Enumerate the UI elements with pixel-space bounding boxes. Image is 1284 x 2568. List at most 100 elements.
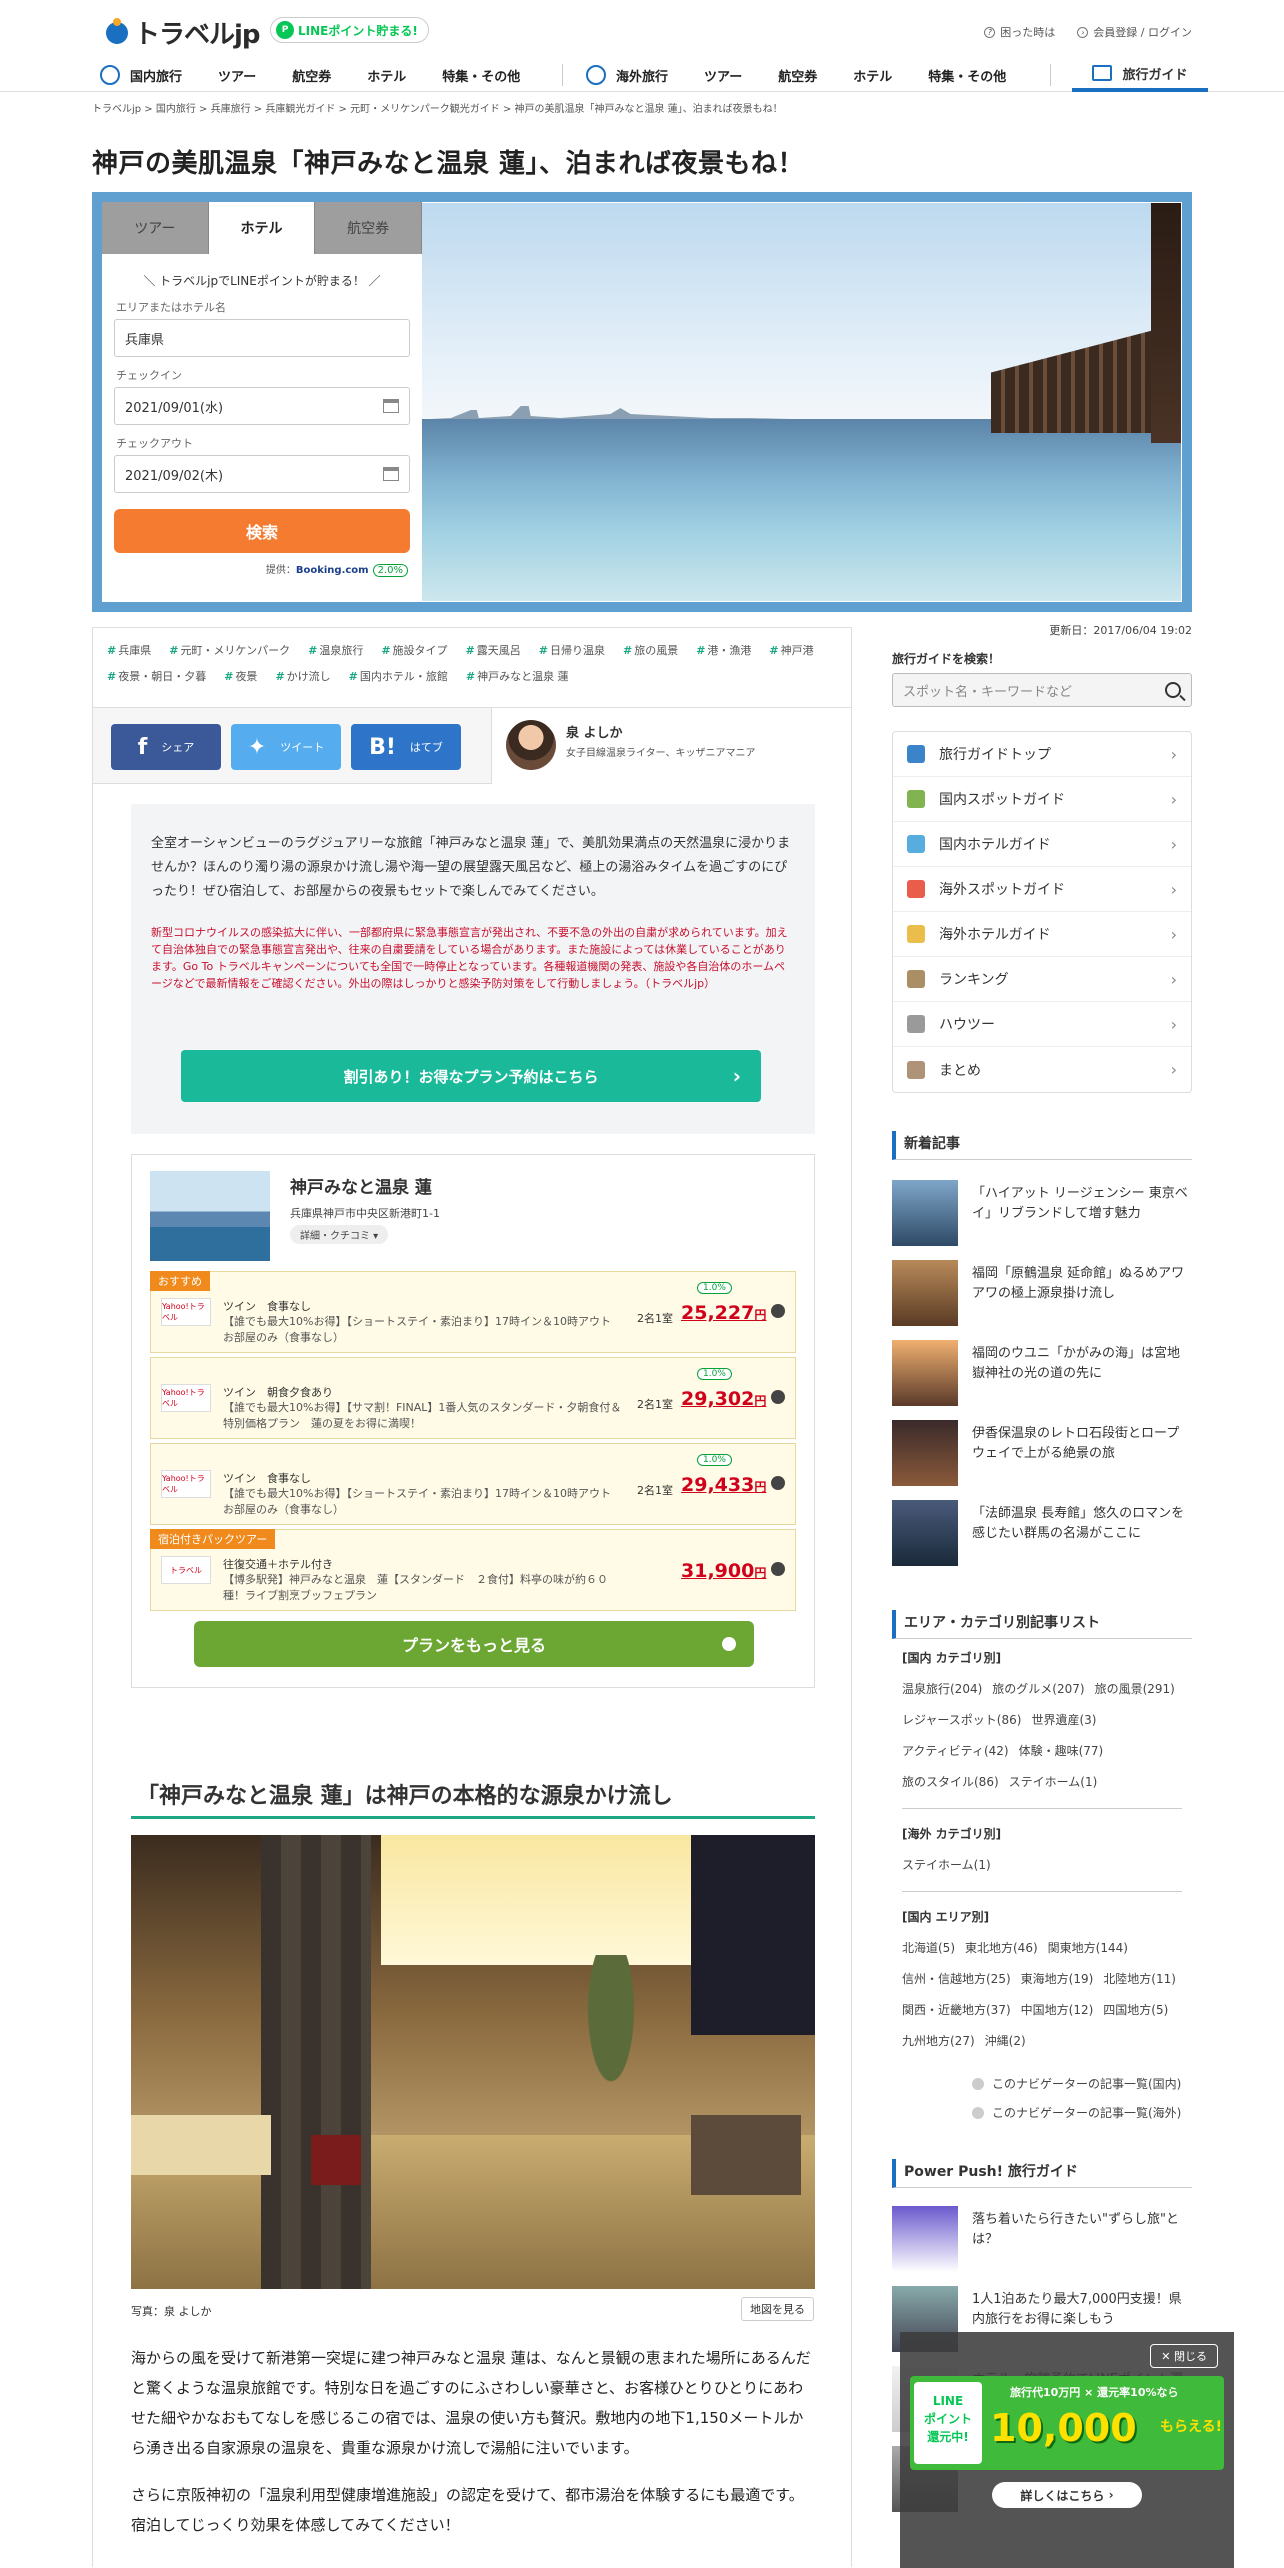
category-link[interactable]: 九州地方(27)	[902, 2034, 975, 2048]
tag-link[interactable]: 旅の風景	[623, 644, 678, 657]
guide-menu-item[interactable]: 海外ホテルガイド	[893, 912, 1191, 957]
tag-link[interactable]: 温泉旅行	[308, 644, 363, 657]
plan-row[interactable]: Yahoo!トラベル ツイン 食事なし 【誰でも最大10%お得】【ショートステイ・素…	[150, 1443, 796, 1525]
tab-hotel[interactable]: ホテル	[208, 202, 316, 254]
hotel-thumbnail[interactable]	[150, 1171, 270, 1261]
category-link[interactable]: 四国地方(5)	[1103, 2003, 1168, 2017]
facebook-share-button[interactable]: f シェア	[111, 724, 221, 770]
guide-search-input[interactable]: スポット名・キーワードなど	[892, 673, 1192, 707]
category-link[interactable]: ステイホーム(1)	[1009, 1775, 1098, 1789]
line-campaign-banner[interactable]: LINE ポイント 還元中! 旅行代10万円 × 還元率10%なら 10,000…	[910, 2376, 1224, 2470]
hatena-share-button[interactable]: B! はてブ	[351, 724, 461, 770]
nav-item-guide[interactable]: 旅行ガイド	[1072, 58, 1208, 92]
category-link[interactable]: 体験・趣味(77)	[1019, 1744, 1104, 1758]
help-link[interactable]: ? 困った時は	[984, 24, 1055, 40]
tag-link[interactable]: 露天風呂	[466, 644, 521, 657]
category-link[interactable]: 旅のグルメ(207)	[992, 1682, 1084, 1696]
navigator-domestic-link[interactable]: このナビゲーターの記事一覧(国内)	[972, 2075, 1192, 2092]
category-link[interactable]: アクティビティ(42)	[902, 1744, 1009, 1758]
nav-item-overseas-tour[interactable]: ツアー	[704, 66, 742, 85]
checkout-input[interactable]: 2021/09/02(木)	[114, 455, 410, 493]
arrow-right-icon[interactable]	[771, 1476, 785, 1490]
article-item[interactable]: 福岡のウユニ「かがみの海」は宮地嶽神社の光の道の先に	[892, 1340, 1192, 1406]
power-push-item[interactable]: 落ち着いたら行きたい"ずらし旅"とは？	[892, 2206, 1192, 2272]
nav-item-overseas-air[interactable]: 航空券	[778, 66, 817, 85]
map-button[interactable]: 地図を見る	[741, 2297, 814, 2321]
search-icon[interactable]	[1165, 682, 1181, 698]
nav-item-domestic-special[interactable]: 特集・その他	[442, 66, 520, 85]
more-plans-button[interactable]: プランをもっと見る	[194, 1621, 754, 1667]
checkin-input[interactable]: 2021/09/01(水)	[114, 387, 410, 425]
category-link[interactable]: 旅のスタイル(86)	[902, 1775, 999, 1789]
plan-row[interactable]: 宿泊付きパックツアー トラベル 往復交通＋ホテル付き 【博多駅発】神戸みなと温泉 蓮【…	[150, 1529, 796, 1611]
nav-item-overseas[interactable]: 海外旅行	[616, 66, 668, 85]
line-points-badge[interactable]: P LINEポイント貯まる!	[270, 17, 429, 43]
category-link[interactable]: 旅の風景(291)	[1095, 1682, 1175, 1696]
category-link[interactable]: 東北地方(46)	[965, 1941, 1038, 1955]
nav-item-overseas-special[interactable]: 特集・その他	[928, 66, 1006, 85]
plan-price[interactable]: 25,227円	[681, 1302, 766, 1324]
tag-link[interactable]: 港・漁港	[696, 644, 751, 657]
twitter-share-button[interactable]: ✦ ツイート	[231, 724, 341, 770]
nav-item-domestic-hotel[interactable]: ホテル	[367, 66, 406, 85]
tag-link[interactable]: 日帰り温泉	[539, 644, 605, 657]
category-link[interactable]: 世界遺産(3)	[1031, 1713, 1096, 1727]
search-button[interactable]: 検索	[114, 509, 410, 553]
tab-tour[interactable]: ツアー	[102, 202, 209, 254]
tag-link[interactable]: 国内ホテル・旅館	[349, 670, 448, 683]
site-logo[interactable]: トラベルjp	[106, 14, 261, 51]
tag-link[interactable]: 施設タイプ	[381, 644, 447, 657]
plan-row[interactable]: Yahoo!トラベル ツイン 朝食夕食あり 【誰でも最大10%お得】【サマ割！FIN…	[150, 1357, 796, 1439]
category-link[interactable]: 中国地方(12)	[1021, 2003, 1094, 2017]
plan-row[interactable]: おすすめ Yahoo!トラベル ツイン 食事なし 【誰でも最大10%お得】【ショートス…	[150, 1271, 796, 1353]
arrow-right-icon[interactable]	[771, 1304, 785, 1318]
article-item[interactable]: 伊香保温泉のレトロ石段街とロープウェイで上がる絶景の旅	[892, 1420, 1192, 1486]
area-input[interactable]: 兵庫県	[114, 319, 410, 357]
guide-menu-item[interactable]: 国内スポットガイド	[893, 777, 1191, 822]
nav-item-domestic-air[interactable]: 航空券	[292, 66, 331, 85]
guide-menu-item[interactable]: ランキング	[893, 957, 1191, 1002]
article-item[interactable]: 「法師温泉 長寿館」悠久のロマンを感じたい群馬の名湯がここに	[892, 1500, 1192, 1566]
guide-menu-item[interactable]: 国内ホテルガイド	[893, 822, 1191, 867]
hotel-name[interactable]: 神戸みなと温泉 蓮	[290, 1173, 432, 1198]
arrow-right-icon[interactable]	[771, 1390, 785, 1404]
tag-link[interactable]: 夜景・朝日・夕暮	[107, 670, 206, 683]
plan-price[interactable]: 29,302円	[681, 1388, 766, 1410]
category-link[interactable]: 関西・近畿地方(37)	[902, 2003, 1011, 2017]
category-link[interactable]: 北陸地方(11)	[1103, 1972, 1176, 1986]
category-link[interactable]: 北海道(5)	[902, 1941, 955, 1955]
category-link[interactable]: ステイホーム(1)	[902, 1858, 991, 1872]
category-link[interactable]: 関東地方(144)	[1048, 1941, 1128, 1955]
guide-menu-item[interactable]: 海外スポットガイド	[893, 867, 1191, 912]
tag-link[interactable]: 夜景	[224, 670, 257, 683]
tab-air[interactable]: 航空券	[315, 202, 423, 254]
tag-link[interactable]: 神戸港	[769, 644, 813, 657]
nav-item-domestic[interactable]: 国内旅行	[130, 66, 182, 85]
nav-item-domestic-tour[interactable]: ツアー	[218, 66, 256, 85]
tag-link[interactable]: 兵庫県	[107, 644, 151, 657]
guide-menu-item[interactable]: ハウツー	[893, 1002, 1191, 1047]
plan-price[interactable]: 31,900円	[681, 1560, 766, 1582]
article-item[interactable]: 福岡「原鶴温泉 延命館」ぬるめアワアワの極上源泉掛け流し	[892, 1260, 1192, 1326]
close-banner-button[interactable]: ✕ 閉じる	[1150, 2344, 1218, 2368]
guide-menu-item[interactable]: 旅行ガイドトップ	[893, 732, 1191, 777]
author-card[interactable]: 泉 よしか 女子目線温泉ライター、キッザニアマニア	[491, 708, 851, 784]
article-item[interactable]: 「ハイアット リージェンシー 東京ベイ」リブランドして増す魅力	[892, 1180, 1192, 1246]
tag-link[interactable]: 神戸みなと温泉 蓮	[466, 670, 569, 683]
deal-button[interactable]: 割引あり！お得なプラン予約はこちら	[181, 1050, 761, 1102]
navigator-overseas-link[interactable]: このナビゲーターの記事一覧(海外)	[972, 2104, 1192, 2121]
plan-price[interactable]: 29,433円	[681, 1474, 766, 1496]
category-link[interactable]: 東海地方(19)	[1021, 1972, 1094, 1986]
tag-link[interactable]: かけ流し	[275, 670, 330, 683]
review-toggle[interactable]: 詳細・クチコミ ▾	[290, 1225, 389, 1244]
category-link[interactable]: 沖縄(2)	[985, 2034, 1026, 2048]
nav-item-overseas-hotel[interactable]: ホテル	[853, 66, 892, 85]
banner-details-button[interactable]: 詳しくはこちら ›	[992, 2482, 1142, 2508]
tag-link[interactable]: 元町・メリケンパーク	[169, 644, 290, 657]
breadcrumb[interactable]: トラベルjp > 国内旅行 > 兵庫旅行 > 兵庫観光ガイド > 元町・メリケン…	[92, 100, 783, 115]
arrow-right-icon[interactable]	[771, 1562, 785, 1576]
login-link[interactable]: › 会員登録 / ログイン	[1077, 24, 1192, 40]
category-link[interactable]: 温泉旅行(204)	[902, 1682, 982, 1696]
category-link[interactable]: レジャースポット(86)	[902, 1713, 1021, 1727]
guide-menu-item[interactable]: まとめ	[893, 1047, 1191, 1092]
